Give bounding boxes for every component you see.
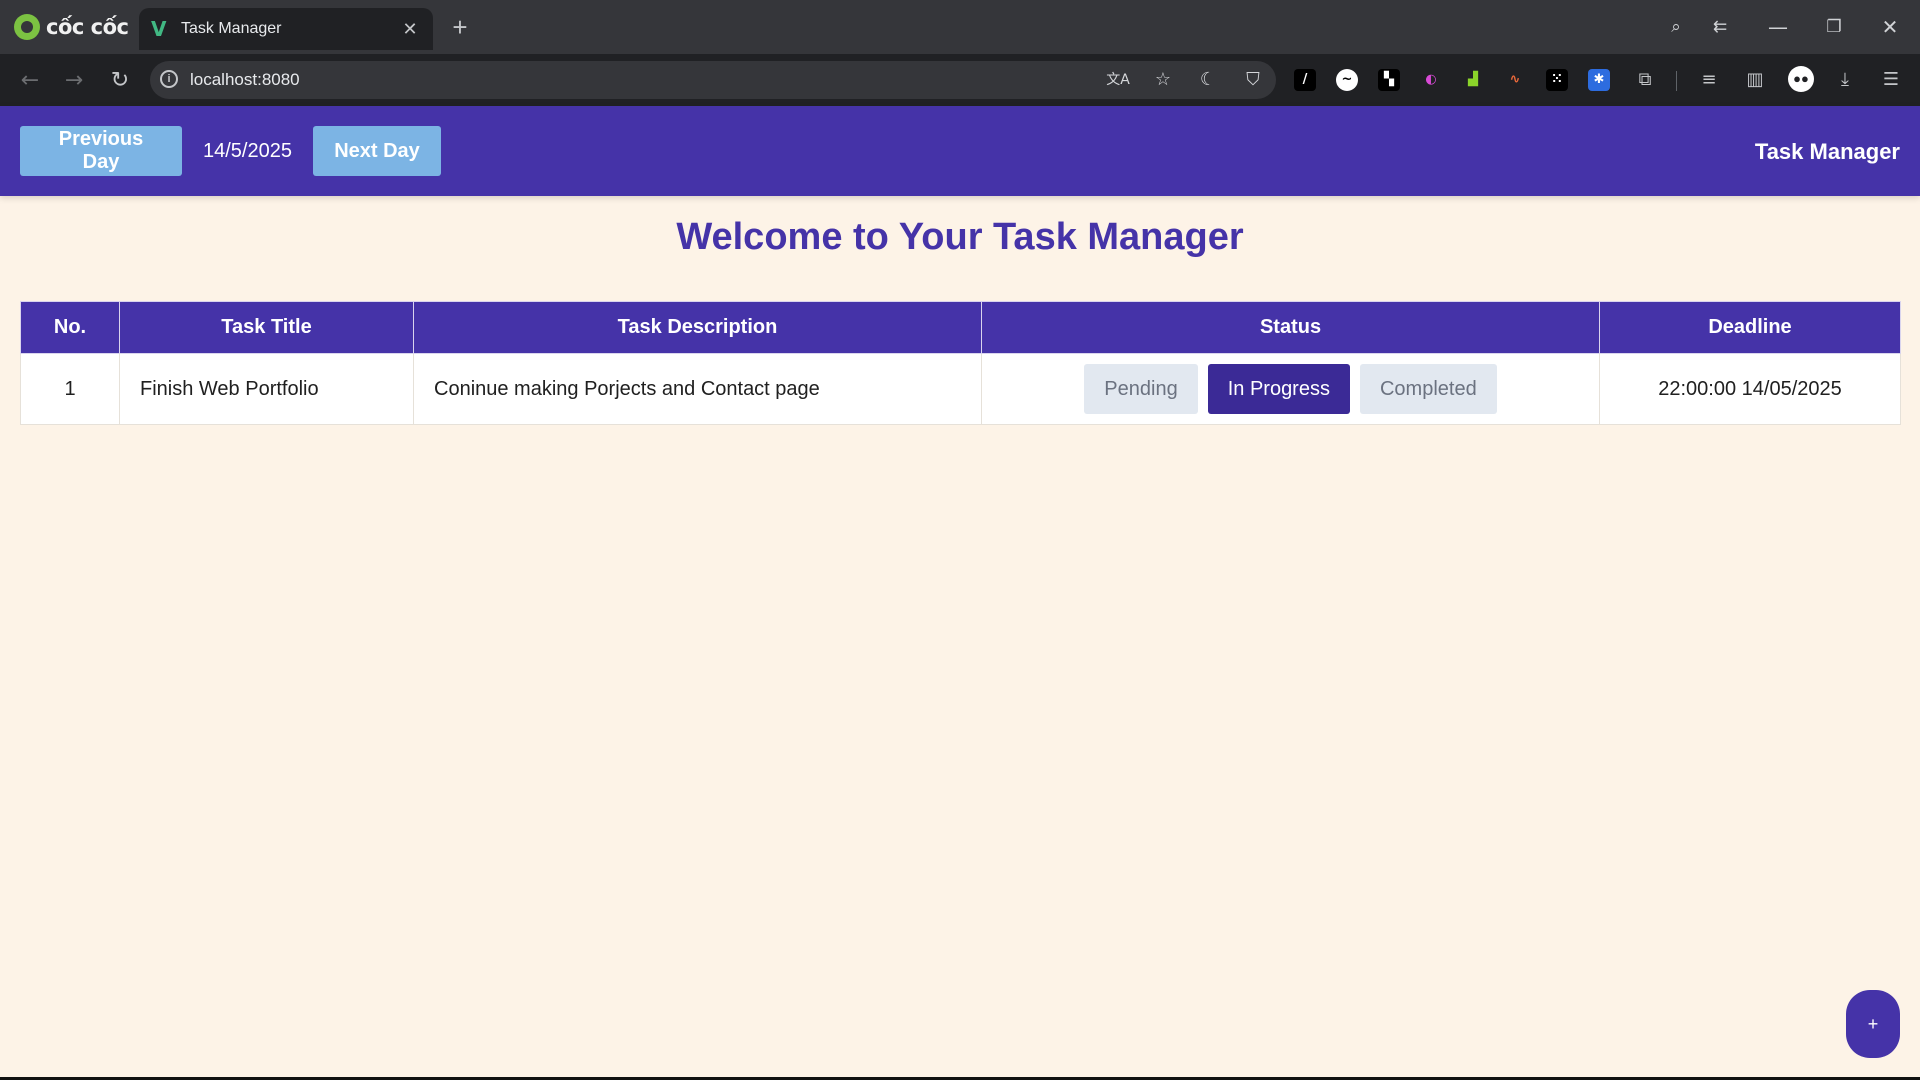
table-row: 1 Finish Web Portfolio Coninue making Po… — [20, 353, 1901, 425]
status-pending-button[interactable]: Pending — [1084, 364, 1198, 414]
screen-search-icon[interactable]: ⌕ — [1656, 10, 1696, 44]
extension-dots-icon[interactable]: ⁙ — [1546, 69, 1568, 91]
column-header-no: No. — [20, 301, 120, 354]
vue-favicon-icon: V — [151, 17, 167, 41]
browser-toolbar: ← → ↻ i localhost:8080 文A ☆ ☾ ⛉ / ~ ▚ ◐ … — [0, 54, 1920, 106]
profile-avatar[interactable]: ●● — [1788, 66, 1814, 92]
column-header-title: Task Title — [119, 301, 414, 354]
menu-icon[interactable]: ☰ — [1878, 67, 1904, 93]
reading-list-icon[interactable]: ≡ — [1696, 67, 1722, 93]
shield-icon[interactable]: ⛉ — [1241, 68, 1265, 92]
forward-button[interactable]: → — [58, 65, 90, 97]
close-window-button[interactable]: ✕ — [1870, 10, 1910, 44]
extension-chart-icon[interactable]: ~ — [1336, 69, 1358, 91]
add-task-button[interactable]: + — [1846, 990, 1900, 1058]
task-number: 1 — [20, 353, 120, 425]
task-status-cell: Pending In Progress Completed — [981, 353, 1600, 425]
app-header: Previous Day 14/5/2025 Next Day Task Man… — [0, 106, 1920, 196]
page-heading: Welcome to Your Task Manager — [676, 216, 1244, 258]
reload-button[interactable]: ↻ — [104, 65, 136, 97]
task-description: Coninue making Porjects and Contact page — [413, 353, 982, 425]
coccoc-logo-icon — [14, 14, 40, 40]
task-deadline: 22:00:00 14/05/2025 — [1599, 353, 1901, 425]
restore-button[interactable]: ❐ — [1814, 10, 1854, 44]
translate-icon[interactable]: 文A — [1106, 68, 1130, 92]
extension-signal-icon[interactable]: ▟ — [1462, 69, 1484, 91]
toolbar-divider — [1676, 71, 1677, 91]
history-back-icon[interactable]: ⇇ — [1700, 10, 1740, 44]
task-title: Finish Web Portfolio — [119, 353, 414, 425]
back-button[interactable]: ← — [14, 65, 46, 97]
column-header-deadline: Deadline — [1599, 301, 1901, 354]
dark-mode-icon[interactable]: ☾ — [1196, 68, 1220, 92]
status-button-group: Pending In Progress Completed — [1002, 364, 1579, 414]
extensions-puzzle-icon[interactable]: ⧉ — [1632, 67, 1658, 93]
browser-tab-task-manager[interactable]: V Task Manager ✕ — [139, 8, 433, 50]
tab-title: Task Manager — [181, 20, 282, 37]
extension-color-icon[interactable]: ◐ — [1420, 69, 1442, 91]
current-date: 14/5/2025 — [203, 140, 292, 162]
site-info-icon[interactable]: i — [160, 70, 178, 88]
app-title: Task Manager — [1754, 139, 1900, 164]
column-header-description: Task Description — [413, 301, 982, 354]
browser-brand-text: cốc cốc — [46, 15, 129, 39]
extension-checker-icon[interactable]: ▚ — [1378, 69, 1400, 91]
extension-tool-icon[interactable]: ✱ — [1588, 69, 1610, 91]
column-header-status: Status — [981, 301, 1600, 354]
tab-close-icon[interactable]: ✕ — [399, 19, 421, 40]
new-tab-button[interactable]: + — [446, 13, 474, 41]
address-bar-url[interactable]: localhost:8080 — [190, 70, 300, 90]
status-in-progress-button[interactable]: In Progress — [1207, 364, 1350, 414]
browser-brand[interactable]: cốc cốc — [14, 12, 129, 42]
download-icon[interactable]: ⤓ — [1832, 67, 1858, 93]
sidebar-icon[interactable]: ▥ — [1742, 67, 1768, 93]
status-completed-button[interactable]: Completed — [1359, 364, 1497, 414]
minimize-button[interactable]: — — [1758, 10, 1798, 44]
browser-tab-strip: cốc cốc V Task Manager ✕ + ⌕ ⇇ — ❐ ✕ — [0, 0, 1920, 54]
next-day-button[interactable]: Next Day — [313, 126, 441, 176]
task-table: No. Task Title Task Description Status D… — [20, 301, 1901, 425]
extension-wave-icon[interactable]: ∿ — [1504, 69, 1526, 91]
table-header-row: No. Task Title Task Description Status D… — [20, 301, 1901, 354]
extension-pen-icon[interactable]: / — [1294, 69, 1316, 91]
bookmark-star-icon[interactable]: ☆ — [1151, 68, 1175, 92]
previous-day-button[interactable]: Previous Day — [20, 126, 182, 176]
address-bar[interactable]: i localhost:8080 文A ☆ ☾ ⛉ — [150, 61, 1276, 99]
